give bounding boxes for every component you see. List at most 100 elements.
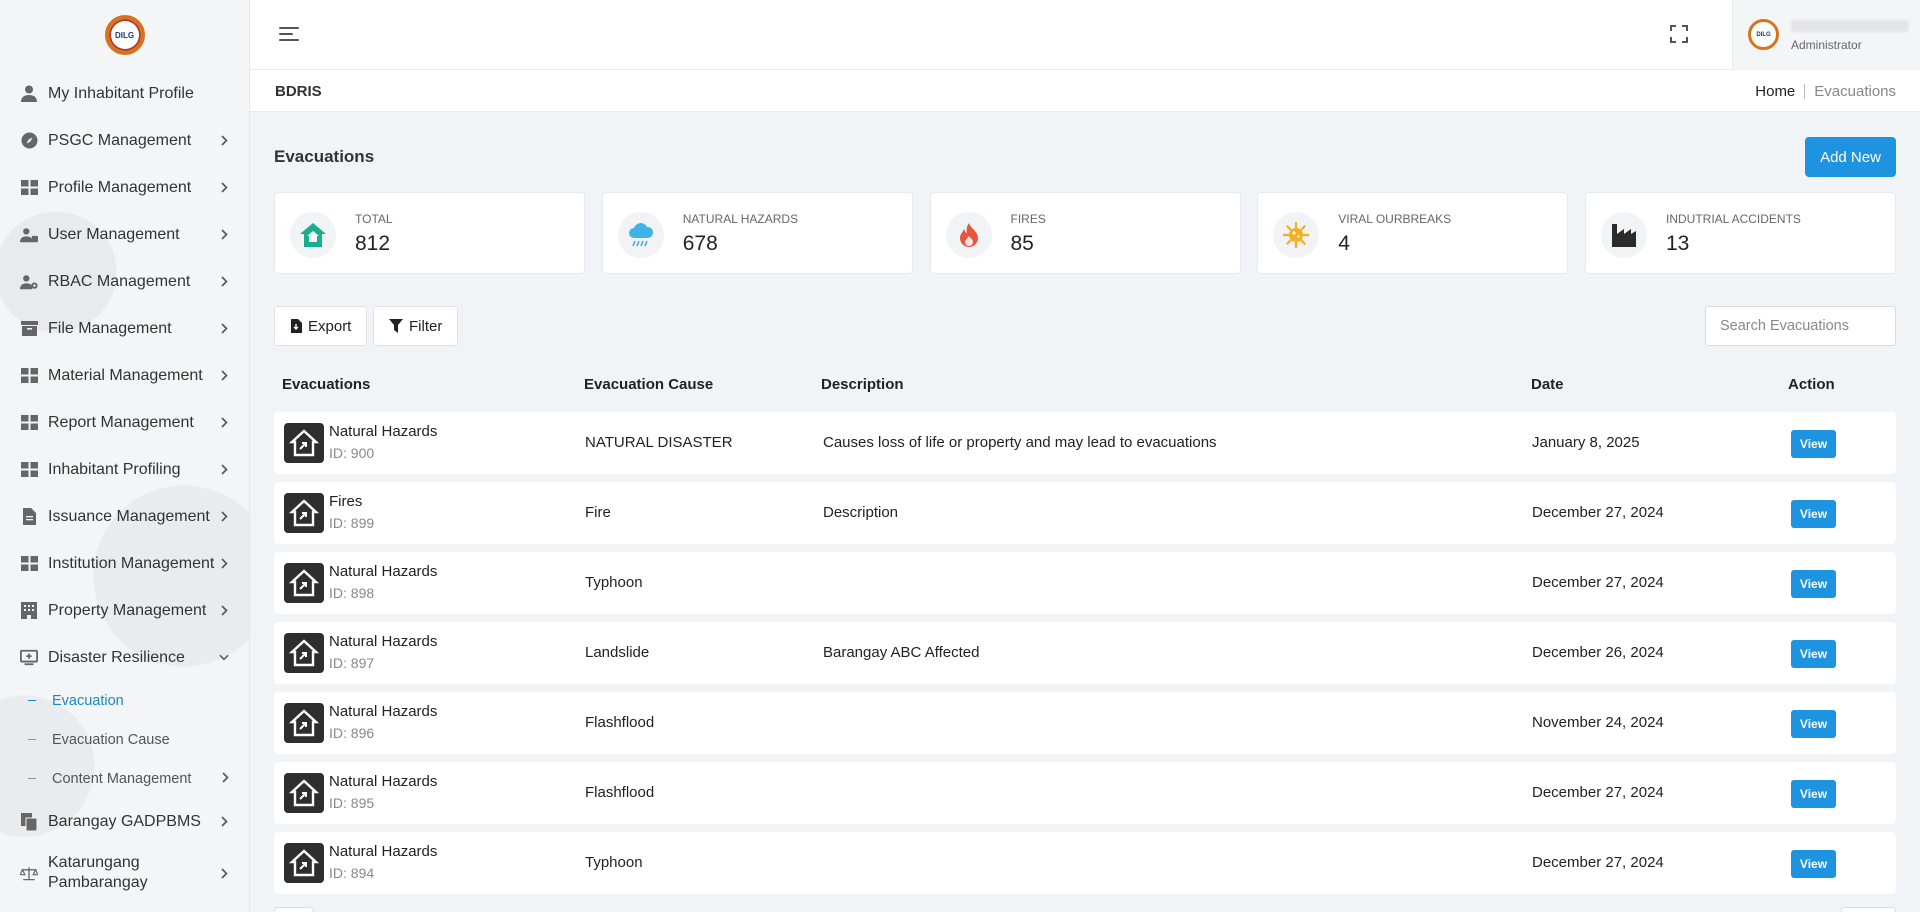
home-thumb-icon [284, 633, 324, 673]
avatar: DILG [1748, 19, 1779, 50]
sidebar-item-barangay-gadpbms[interactable]: Barangay GADPBMS [0, 798, 249, 845]
sidebar-subitem-evacuation[interactable]: Evacuation [0, 681, 249, 720]
sidebar-item-property-management[interactable]: Property Management [0, 587, 249, 634]
evacuation-name: Natural Hazards [329, 773, 438, 790]
table-toolbar: Export Filter [274, 306, 1896, 346]
filter-button[interactable]: Filter [373, 306, 459, 346]
sidebar-item-katarungang-pambarangay[interactable]: Katarungang Pambarangay [0, 845, 249, 901]
sidebar-item-file-management[interactable]: File Management [0, 305, 249, 352]
evacuation-name: Natural Hazards [329, 563, 438, 580]
sidebar-item-label: Report Management [48, 413, 194, 431]
compass-icon [20, 132, 38, 150]
sidebar-subitem-content-management[interactable]: Content Management [0, 759, 249, 798]
sidebar-subitem-label: Content Management [52, 770, 192, 787]
grid-icon [20, 555, 38, 573]
evacuation-date: December 27, 2024 [1532, 854, 1664, 871]
app-name: BDRIS [275, 83, 322, 100]
fullscreen-icon[interactable] [1670, 25, 1688, 43]
sidebar-item-label: User Management [48, 225, 180, 243]
column-header-action: Action [1788, 376, 1835, 393]
sidebar-item-label: Profile Management [48, 178, 192, 196]
chevron-right-icon [219, 370, 229, 381]
chevron-right-icon [219, 511, 229, 522]
logo[interactable]: DILG [0, 0, 249, 70]
sidebar-subitem-label: Evacuation [52, 692, 124, 709]
sidebar-item-inhabitant-profiling[interactable]: Inhabitant Profiling [0, 446, 249, 493]
pagination-control[interactable] [274, 907, 314, 912]
filter-icon [389, 319, 403, 333]
sidebar-item-rbac-management[interactable]: RBAC Management [0, 258, 249, 305]
user-icon [20, 85, 38, 103]
table-row: Natural Hazards ID: 895 Flashflood December… [274, 762, 1896, 824]
stat-value: 85 [1010, 232, 1034, 255]
sidebar-item-user-management[interactable]: User Management [0, 211, 249, 258]
home-thumb-icon [284, 563, 324, 603]
grid-icon [20, 414, 38, 432]
evacuation-name: Natural Hazards [329, 633, 438, 650]
stat-label: TOTAL [355, 212, 393, 226]
view-button[interactable]: View [1791, 850, 1836, 878]
column-header-date[interactable]: Date [1531, 376, 1564, 393]
search-input[interactable] [1705, 306, 1896, 346]
view-button[interactable]: View [1791, 710, 1836, 738]
sidebar-item-label: PSGC Management [48, 131, 192, 149]
view-button[interactable]: View [1791, 780, 1836, 808]
column-header-description[interactable]: Description [821, 376, 904, 393]
evacuation-name: Natural Hazards [329, 843, 438, 860]
stat-card-fires: FIRES 85 [929, 192, 1241, 274]
sidebar-item-profile-management[interactable]: Profile Management [0, 164, 249, 211]
view-button[interactable]: View [1791, 500, 1836, 528]
home-thumb-icon [284, 843, 324, 883]
file-export-icon [291, 319, 302, 333]
sidebar-item-disaster-resilience[interactable]: Disaster Resilience [0, 634, 249, 681]
table-row: Natural Hazards ID: 896 Flashflood November… [274, 692, 1896, 754]
industry-icon [1601, 212, 1647, 258]
file-icon [20, 508, 38, 526]
scale-icon [20, 864, 38, 882]
menu-toggle-icon[interactable] [279, 26, 299, 42]
add-new-button[interactable]: Add New [1805, 137, 1896, 177]
pagination-control[interactable] [1841, 907, 1896, 912]
logo-text: DILG [114, 30, 135, 40]
avatar-text: DILG [1756, 31, 1771, 38]
breadcrumb-home-link[interactable]: Home [1755, 83, 1795, 100]
column-header-cause[interactable]: Evacuation Cause [584, 376, 713, 393]
sidebar-item-label: Issuance Management [48, 507, 210, 525]
evacuation-id: ID: 899 [329, 515, 375, 531]
chevron-right-icon [219, 816, 229, 827]
sidebar-item-material-management[interactable]: Material Management [0, 352, 249, 399]
user-profile-menu[interactable]: DILG Administrator [1732, 0, 1920, 70]
breadcrumb-current: Evacuations [1814, 83, 1896, 100]
evacuation-name: Fires [329, 493, 363, 510]
evacuation-name: Natural Hazards [329, 703, 438, 720]
home-thumb-icon [284, 703, 324, 743]
column-header-evacuations[interactable]: Evacuations [282, 376, 370, 393]
home-thumb-icon [284, 493, 324, 533]
sidebar-item-psgc-management[interactable]: PSGC Management [0, 117, 249, 164]
users-icon [20, 226, 38, 244]
chevron-right-icon [219, 323, 229, 334]
table-row: Natural Hazards ID: 894 Typhoon December 27… [274, 832, 1896, 894]
view-button[interactable]: View [1791, 570, 1836, 598]
view-button[interactable]: View [1791, 640, 1836, 668]
dash-icon [28, 700, 36, 701]
chevron-right-icon [219, 867, 229, 879]
evacuation-cause: Flashflood [585, 784, 655, 801]
sidebar-item-my-inhabitant-profile[interactable]: My Inhabitant Profile [0, 70, 249, 117]
stat-value: 13 [1666, 232, 1690, 255]
stat-card-total: TOTAL 812 [274, 192, 585, 274]
sidebar-item-report-management[interactable]: Report Management [0, 399, 249, 446]
sidebar-item-institution-management[interactable]: Institution Management [0, 540, 249, 587]
chevron-right-icon [219, 417, 229, 428]
evacuation-id: ID: 898 [329, 585, 375, 601]
stat-value: 812 [355, 232, 391, 255]
sidebar-item-issuance-management[interactable]: Issuance Management [0, 493, 249, 540]
export-button[interactable]: Export [274, 306, 368, 346]
evacuation-cause: Landslide [585, 644, 650, 661]
stats-cards: TOTAL 812 NATURAL HAZARDS 678 FIRES 85 VIRAL O… [274, 192, 1896, 274]
view-button[interactable]: View [1791, 430, 1836, 458]
sidebar-subitem-evacuation-cause[interactable]: Evacuation Cause [0, 720, 249, 759]
sidebar-item-label: Barangay GADPBMS [48, 812, 201, 830]
sidebar-item-label: File Management [48, 319, 172, 337]
evacuation-id: ID: 894 [329, 865, 375, 881]
